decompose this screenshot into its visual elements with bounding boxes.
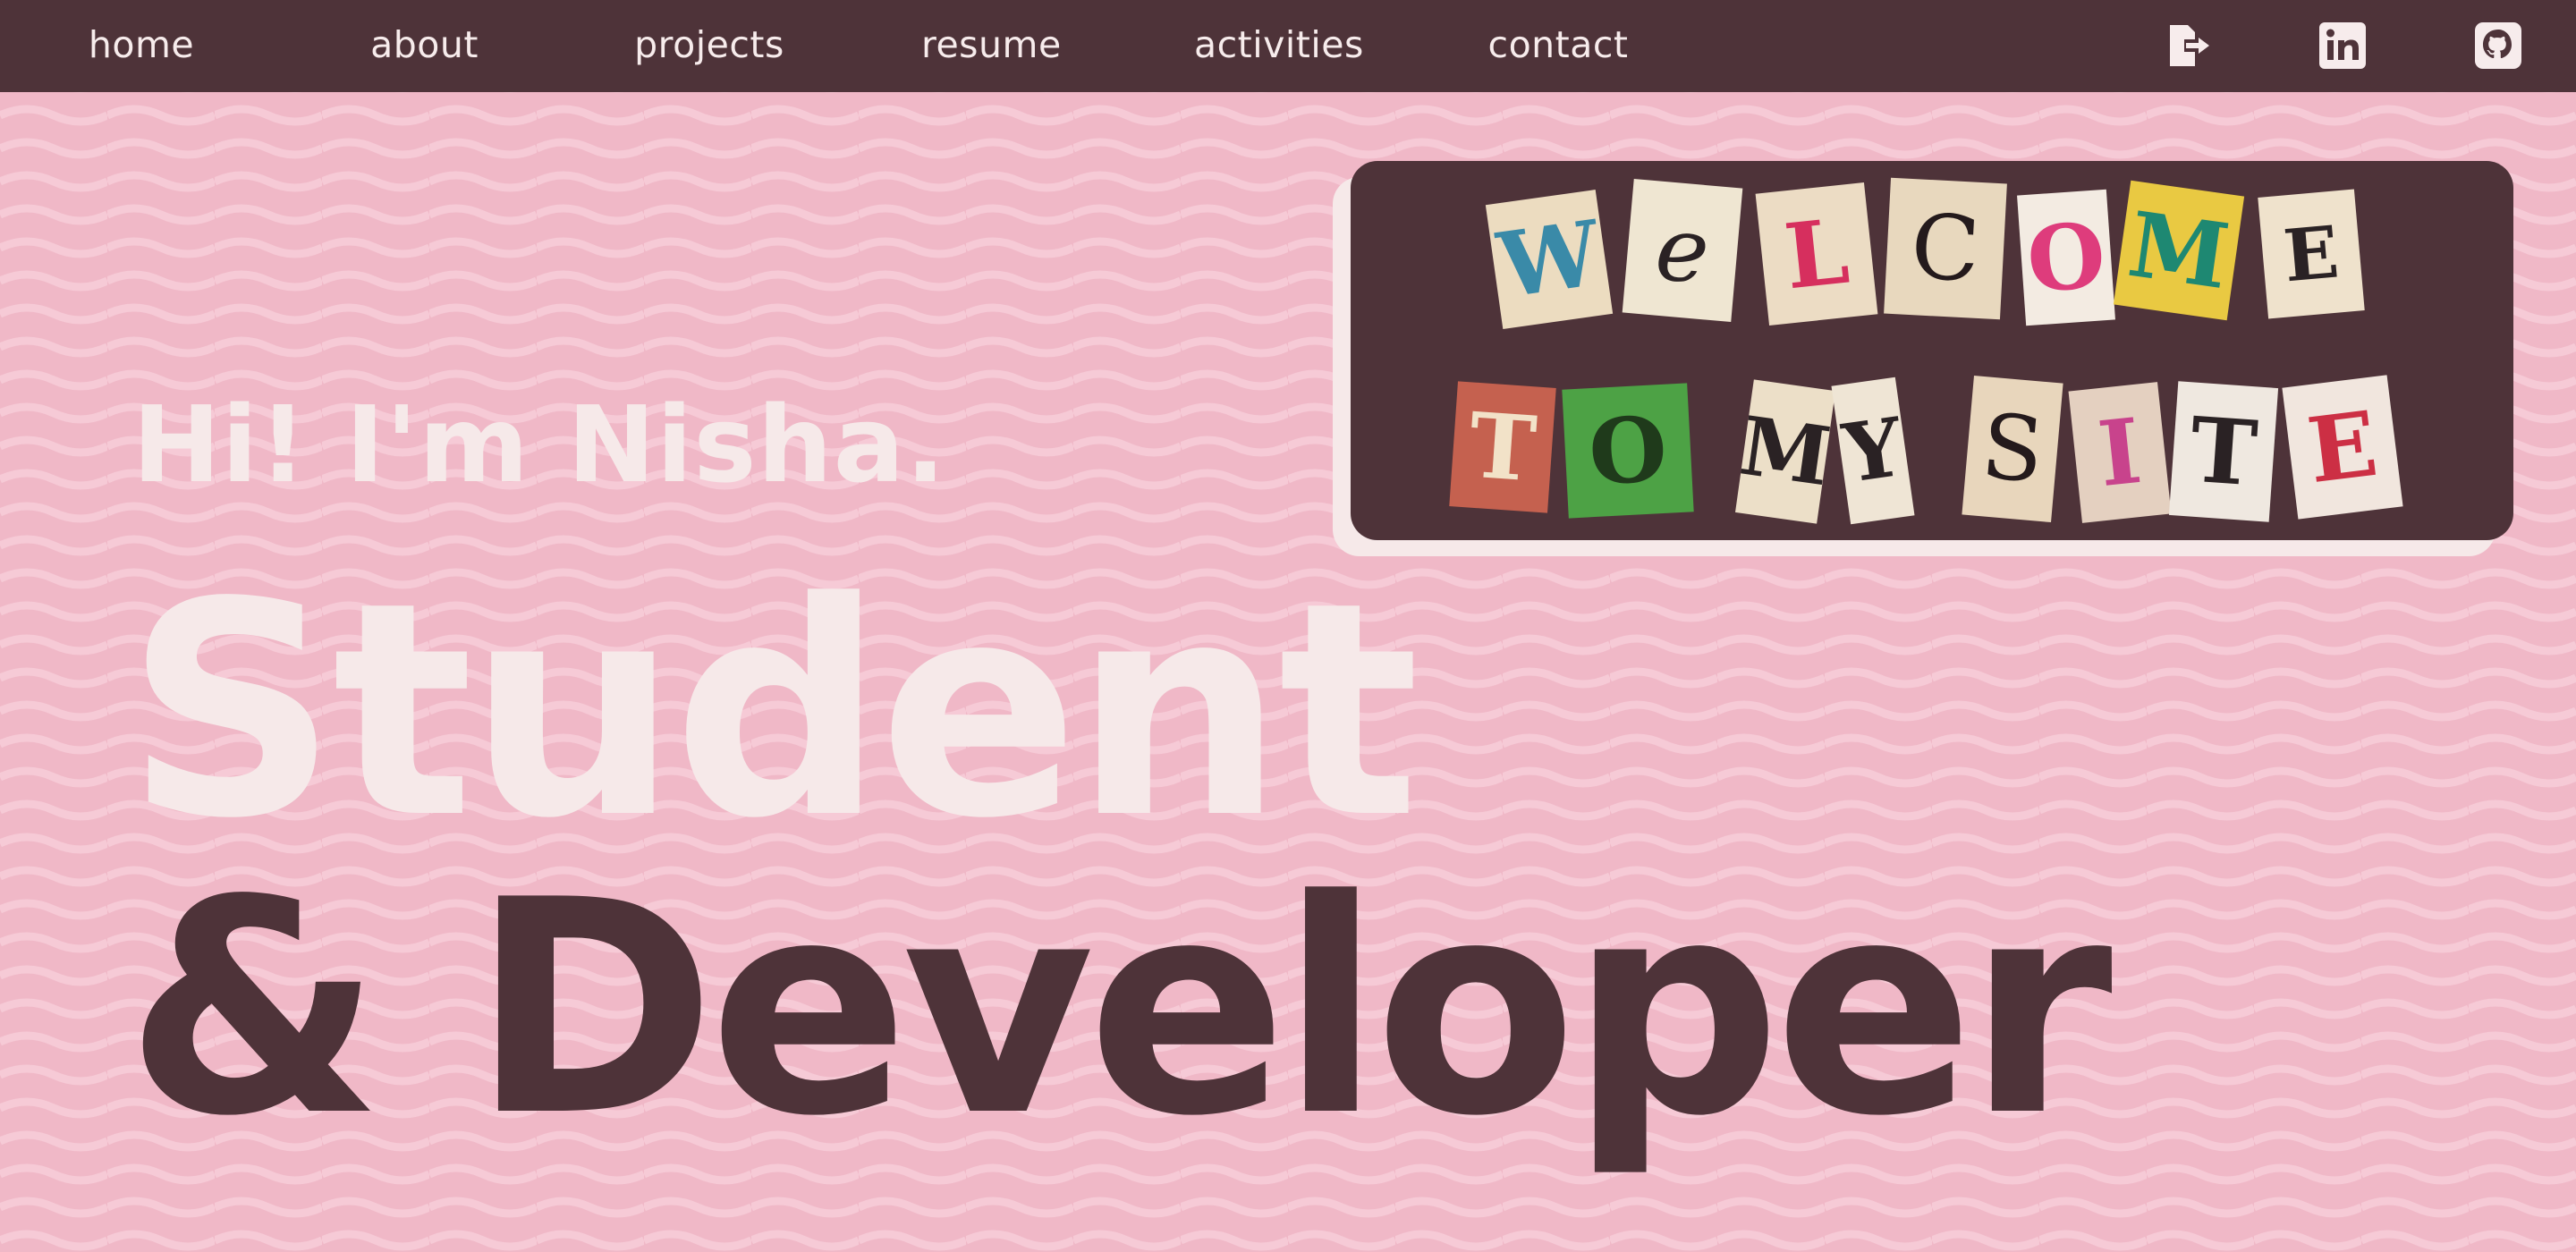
welcome-letter-tile: T xyxy=(2168,381,2279,522)
nav-contact-link[interactable]: contact xyxy=(1487,20,1630,70)
welcome-letter-tile: E xyxy=(2282,375,2403,520)
welcome-letter-tile: I xyxy=(2068,382,2172,523)
welcome-letter-tile: M xyxy=(1734,379,1836,524)
github-icon[interactable] xyxy=(2474,21,2522,70)
welcome-letter-tile: O xyxy=(1562,383,1694,519)
hero-title-student: Student xyxy=(125,539,1419,883)
welcome-letter-tile: E xyxy=(2258,189,2365,319)
welcome-letter-tile: M xyxy=(2113,180,2245,321)
welcome-letter-tile: L xyxy=(1755,182,1878,326)
hero-greeting: Hi! I'm Nisha. xyxy=(132,383,947,506)
welcome-letter-tile: O xyxy=(2017,189,2115,326)
nav-projects-link[interactable]: projects xyxy=(633,20,785,70)
nav-resume-link[interactable]: resume xyxy=(921,20,1061,70)
linkedin-icon[interactable] xyxy=(2318,21,2367,70)
welcome-letter-tile: e xyxy=(1622,178,1743,323)
nav-home-link[interactable]: home xyxy=(88,20,195,70)
logout-icon[interactable] xyxy=(2165,21,2213,70)
welcome-letter-tile: S xyxy=(1962,375,2063,523)
top-navbar: home about projects resume activities co… xyxy=(0,0,2576,92)
welcome-letter-tile: T xyxy=(1449,381,1556,513)
welcome-letter-tile: W xyxy=(1485,190,1614,329)
welcome-letter-tile: Y xyxy=(1831,376,1915,525)
hero-title-developer: & Developer xyxy=(125,837,2113,1180)
welcome-letter-tile: C xyxy=(1884,177,2007,320)
welcome-banner: W e L C O M E T O M Y S I T E xyxy=(1351,161,2513,540)
nav-activities-link[interactable]: activities xyxy=(1194,20,1363,70)
nav-about-link[interactable]: about xyxy=(369,20,480,70)
